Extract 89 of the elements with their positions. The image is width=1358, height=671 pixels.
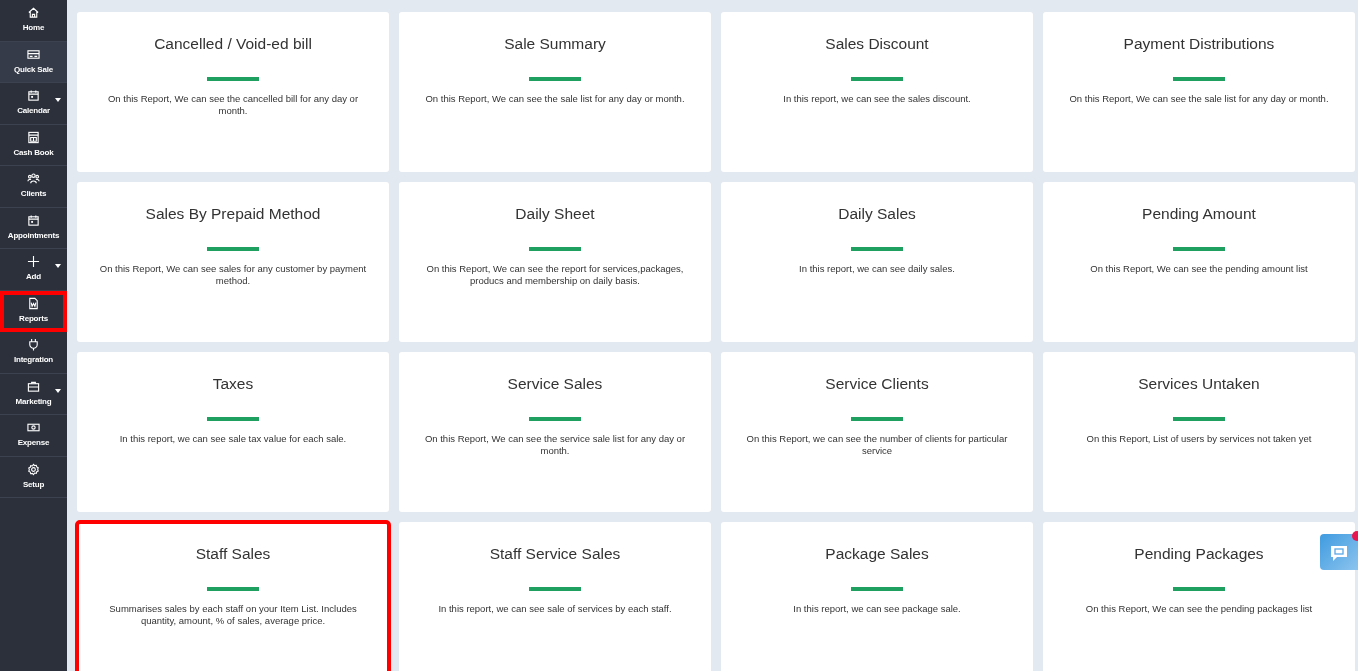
report-card[interactable]: Sale Summary On this Report, We can see the sale list for any day or month.	[399, 12, 711, 172]
report-title: Staff Sales	[195, 544, 271, 564]
title-underline	[1173, 77, 1225, 81]
sidebar-item[interactable]: Quick Sale	[0, 41, 67, 83]
report-title: Package Sales	[825, 544, 929, 564]
title-underline	[851, 247, 903, 251]
report-description: On this Report, List of users by services not taken yet	[1085, 433, 1313, 445]
title-underline	[529, 587, 581, 591]
people-icon	[27, 172, 40, 186]
report-card[interactable]: Services Untaken On this Report, List of users by services not taken yet	[1043, 352, 1355, 512]
briefcase-icon	[27, 379, 40, 393]
sidebar-item[interactable]: Integration	[0, 332, 67, 374]
ledger-icon	[27, 130, 40, 144]
credit-card-icon	[27, 47, 40, 61]
report-title: Daily Sales	[838, 204, 916, 224]
report-title: Payment Distributions	[1123, 34, 1275, 54]
report-description: On this Report, We can see the pending amount list	[1089, 263, 1309, 275]
report-title: Sales By Prepaid Method	[145, 204, 321, 224]
report-title: Pending Packages	[1134, 544, 1264, 564]
report-card[interactable]: Package Sales In this report, we can see package sale.	[721, 522, 1033, 671]
plug-icon	[27, 338, 40, 352]
report-description: On this Report, We can see the report for services,packages, producs and membership on daily basis.	[425, 263, 685, 287]
title-underline	[207, 247, 259, 251]
calendar-icon	[27, 89, 40, 103]
report-card[interactable]: Sales Discount In this report, we can see the sales discount.	[721, 12, 1033, 172]
report-description: On this Report, We can see the service sale list for any day or month.	[423, 433, 687, 457]
calendar-icon	[27, 213, 40, 227]
report-title: Pending Amount	[1142, 204, 1256, 224]
report-description: On this Report, We can see the sale list for any day or month.	[424, 93, 686, 105]
report-card[interactable]: Daily Sheet On this Report, We can see the report for services,packages, producs and membership on daily basis.	[399, 182, 711, 342]
sidebar-item[interactable]: Appointments	[0, 207, 67, 249]
report-title: Sale Summary	[504, 34, 606, 54]
report-title: Taxes	[212, 374, 254, 394]
report-card[interactable]: Cancelled / Void-ed bill On this Report, We can see the cancelled bill for any day or month.	[77, 12, 389, 172]
sidebar-item[interactable]: Cash Book	[0, 124, 67, 166]
report-card[interactable]: Daily Sales In this report, we can see daily sales.	[721, 182, 1033, 342]
title-underline	[207, 587, 259, 591]
title-underline	[207, 77, 259, 81]
home-icon	[27, 6, 40, 20]
report-title: Staff Service Sales	[489, 544, 621, 564]
report-title: Sales Discount	[825, 34, 929, 54]
title-underline	[529, 417, 581, 421]
report-description: In this report, we can see the sales discount.	[782, 93, 972, 105]
document-icon	[27, 296, 40, 310]
report-description: In this report, we can see package sale.	[792, 603, 962, 615]
report-description: In this report, we can see daily sales.	[798, 263, 956, 275]
report-description: Summarises sales by each staff on your Item List. Includes quantity, amount, % of sales, average price.	[108, 603, 358, 627]
report-description: In this report, we can see sale tax value for each sale.	[118, 433, 348, 445]
report-card[interactable]: Pending Amount On this Report, We can see the pending amount list	[1043, 182, 1355, 342]
title-underline	[207, 417, 259, 421]
sidebar-item[interactable]: Reports	[0, 290, 67, 332]
chat-button[interactable]	[1320, 534, 1358, 570]
report-title: Service Clients	[825, 374, 929, 394]
report-card[interactable]: Service Sales On this Report, We can see the service sale list for any day or month.	[399, 352, 711, 512]
report-card[interactable]: Staff Service Sales In this report, we can see sale of services by each staff.	[399, 522, 711, 671]
report-description: In this report, we can see sale of services by each staff.	[437, 603, 673, 615]
report-description: On this Report, We can see sales for any customer by payment method.	[98, 263, 368, 287]
title-underline	[851, 77, 903, 81]
title-underline	[529, 77, 581, 81]
sidebar-item[interactable]: Marketing	[0, 373, 67, 415]
report-card[interactable]: Staff Sales Summarises sales by each staff on your Item List. Includes quantity, amount, % of sales, average price.	[77, 522, 389, 671]
report-title: Cancelled / Void-ed bill	[154, 34, 312, 54]
sidebar-item[interactable]: Home	[0, 0, 67, 42]
report-card[interactable]: Payment Distributions On this Report, We can see the sale list for any day or month.	[1043, 12, 1355, 172]
title-underline	[529, 247, 581, 251]
report-description: On this Report, We can see the cancelled bill for any day or month.	[106, 93, 360, 117]
plus-icon	[27, 255, 40, 269]
settings-icon	[27, 462, 40, 476]
chat-bubble-icon	[1329, 543, 1349, 562]
sidebar-item[interactable]: Expense	[0, 415, 67, 457]
report-description: On this Report, We can see the sale list for any day or month.	[1068, 93, 1330, 105]
title-underline	[851, 417, 903, 421]
sidebar-item[interactable]: Setup	[0, 456, 67, 498]
report-card[interactable]: Service Clients On this Report, we can see the number of clients for particular service	[721, 352, 1033, 512]
title-underline	[1173, 247, 1225, 251]
title-underline	[1173, 417, 1225, 421]
title-underline	[851, 587, 903, 591]
sidebar-item[interactable]: Calendar	[0, 83, 67, 125]
report-title: Service Sales	[507, 374, 603, 394]
report-card[interactable]: Taxes In this report, we can see sale tax value for each sale.	[77, 352, 389, 512]
sidebar-item[interactable]: Add	[0, 249, 67, 291]
report-card[interactable]: Pending Packages On this Report, We can see the pending packages list	[1043, 522, 1355, 671]
title-underline	[1173, 587, 1225, 591]
report-description: On this Report, we can see the number of clients for particular service	[745, 433, 1009, 457]
report-card[interactable]: Sales By Prepaid Method On this Report, We can see sales for any customer by payment method.	[77, 182, 389, 342]
report-title: Daily Sheet	[515, 204, 595, 224]
report-title: Services Untaken	[1138, 374, 1260, 394]
report-description: On this Report, We can see the pending packages list	[1084, 603, 1314, 615]
sidebar-item[interactable]: Clients	[0, 166, 67, 208]
